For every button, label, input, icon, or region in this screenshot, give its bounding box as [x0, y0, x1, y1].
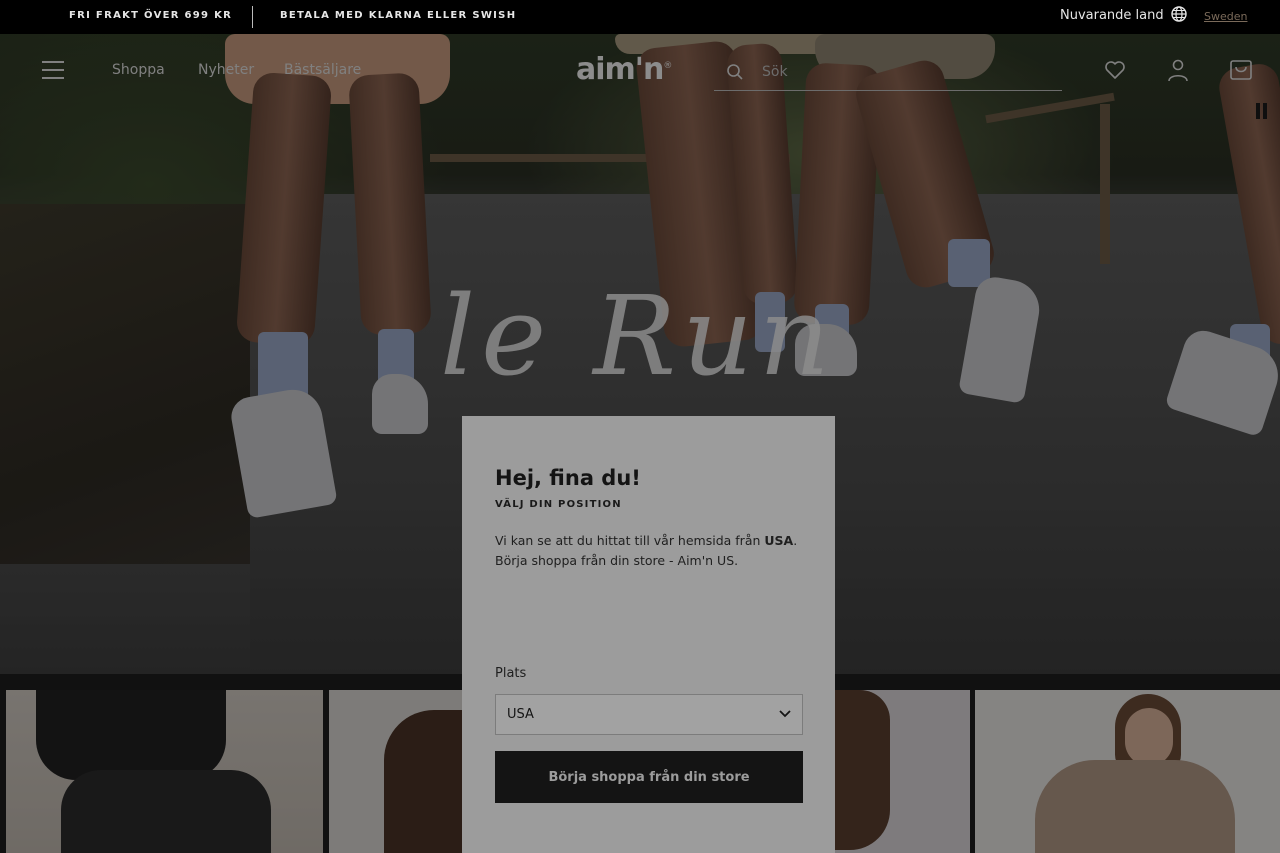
promo-payment: BETALA MED KLARNA ELLER SWISH	[280, 10, 517, 21]
modal-body-country: USA	[764, 533, 794, 548]
chevron-down-icon	[779, 710, 791, 718]
location-select-value: USA	[507, 707, 534, 722]
promo-bar: FRI FRAKT ÖVER 699 KR BETALA MED KLARNA …	[0, 0, 1280, 34]
modal-title: Hej, fina du!	[495, 466, 641, 490]
promo-divider	[252, 6, 253, 28]
globe-icon[interactable]	[1171, 6, 1187, 22]
location-select[interactable]: USA	[495, 694, 803, 735]
modal-body-end: .	[793, 533, 798, 548]
start-shopping-button[interactable]: Börja shoppa från din store	[495, 751, 803, 803]
modal-body-line2: Börja shoppa från din store - Aim'n US.	[495, 553, 739, 568]
location-label: Plats	[495, 666, 527, 681]
modal-body-text: Vi kan se att du hittat till vår hemsida…	[495, 533, 765, 548]
country-label: Nuvarande land	[1060, 8, 1164, 23]
country-link[interactable]: Sweden	[1204, 10, 1247, 23]
modal-body: Vi kan se att du hittat till vår hemsida…	[495, 531, 815, 571]
modal-subtitle: VÄLJ DIN POSITION	[495, 499, 622, 510]
country-modal: Hej, fina du! VÄLJ DIN POSITION Vi kan s…	[462, 416, 835, 853]
promo-free-shipping: FRI FRAKT ÖVER 699 KR	[69, 10, 233, 21]
